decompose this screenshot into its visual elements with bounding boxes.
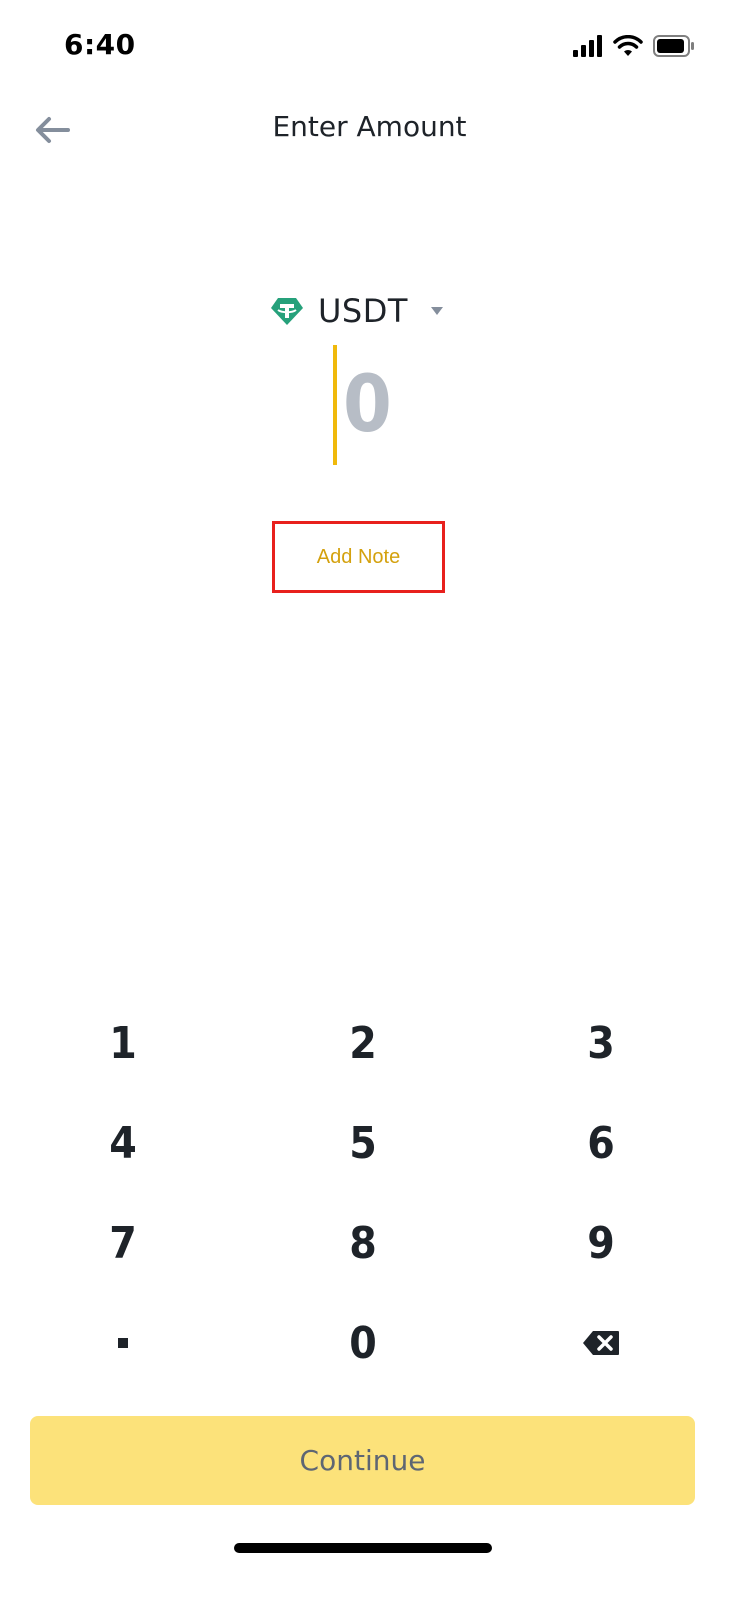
continue-button[interactable]: Continue (30, 1416, 695, 1505)
key-decimal[interactable] (3, 1295, 243, 1391)
add-note-label: Add Note (316, 545, 401, 568)
key-5[interactable]: 5 (243, 1095, 483, 1191)
currency-name: USDT (318, 292, 408, 330)
amount-value: 0 (343, 360, 392, 450)
key-2[interactable]: 2 (243, 995, 483, 1091)
battery-icon (653, 35, 694, 57)
tether-icon (271, 298, 303, 325)
status-bar: 6:40 (0, 0, 739, 95)
key-backspace[interactable] (481, 1295, 721, 1391)
currency-selector[interactable]: USDT (270, 288, 444, 334)
text-cursor (333, 345, 337, 465)
numeric-keypad: 1 2 3 4 5 6 7 8 9 0 (0, 995, 739, 1395)
amount-input[interactable]: 0 (333, 344, 392, 466)
key-1[interactable]: 1 (3, 995, 243, 1091)
wifi-icon (613, 35, 643, 56)
key-6[interactable]: 6 (481, 1095, 721, 1191)
continue-label: Continue (299, 1444, 426, 1477)
key-7[interactable]: 7 (3, 1195, 243, 1291)
page-title: Enter Amount (272, 110, 467, 143)
key-4[interactable]: 4 (3, 1095, 243, 1191)
status-icons (573, 34, 695, 58)
key-3[interactable]: 3 (481, 995, 721, 1091)
key-8[interactable]: 8 (243, 1195, 483, 1291)
key-9[interactable]: 9 (481, 1195, 721, 1291)
backspace-icon (583, 1331, 619, 1355)
status-time: 6:40 (64, 28, 136, 61)
cellular-signal-icon (573, 35, 602, 57)
add-note-button[interactable]: Add Note (272, 521, 445, 593)
decimal-point-icon (118, 1338, 128, 1348)
home-indicator (234, 1543, 492, 1553)
caret-down-icon (430, 307, 443, 315)
key-0[interactable]: 0 (243, 1295, 483, 1391)
header: Enter Amount (0, 100, 739, 160)
